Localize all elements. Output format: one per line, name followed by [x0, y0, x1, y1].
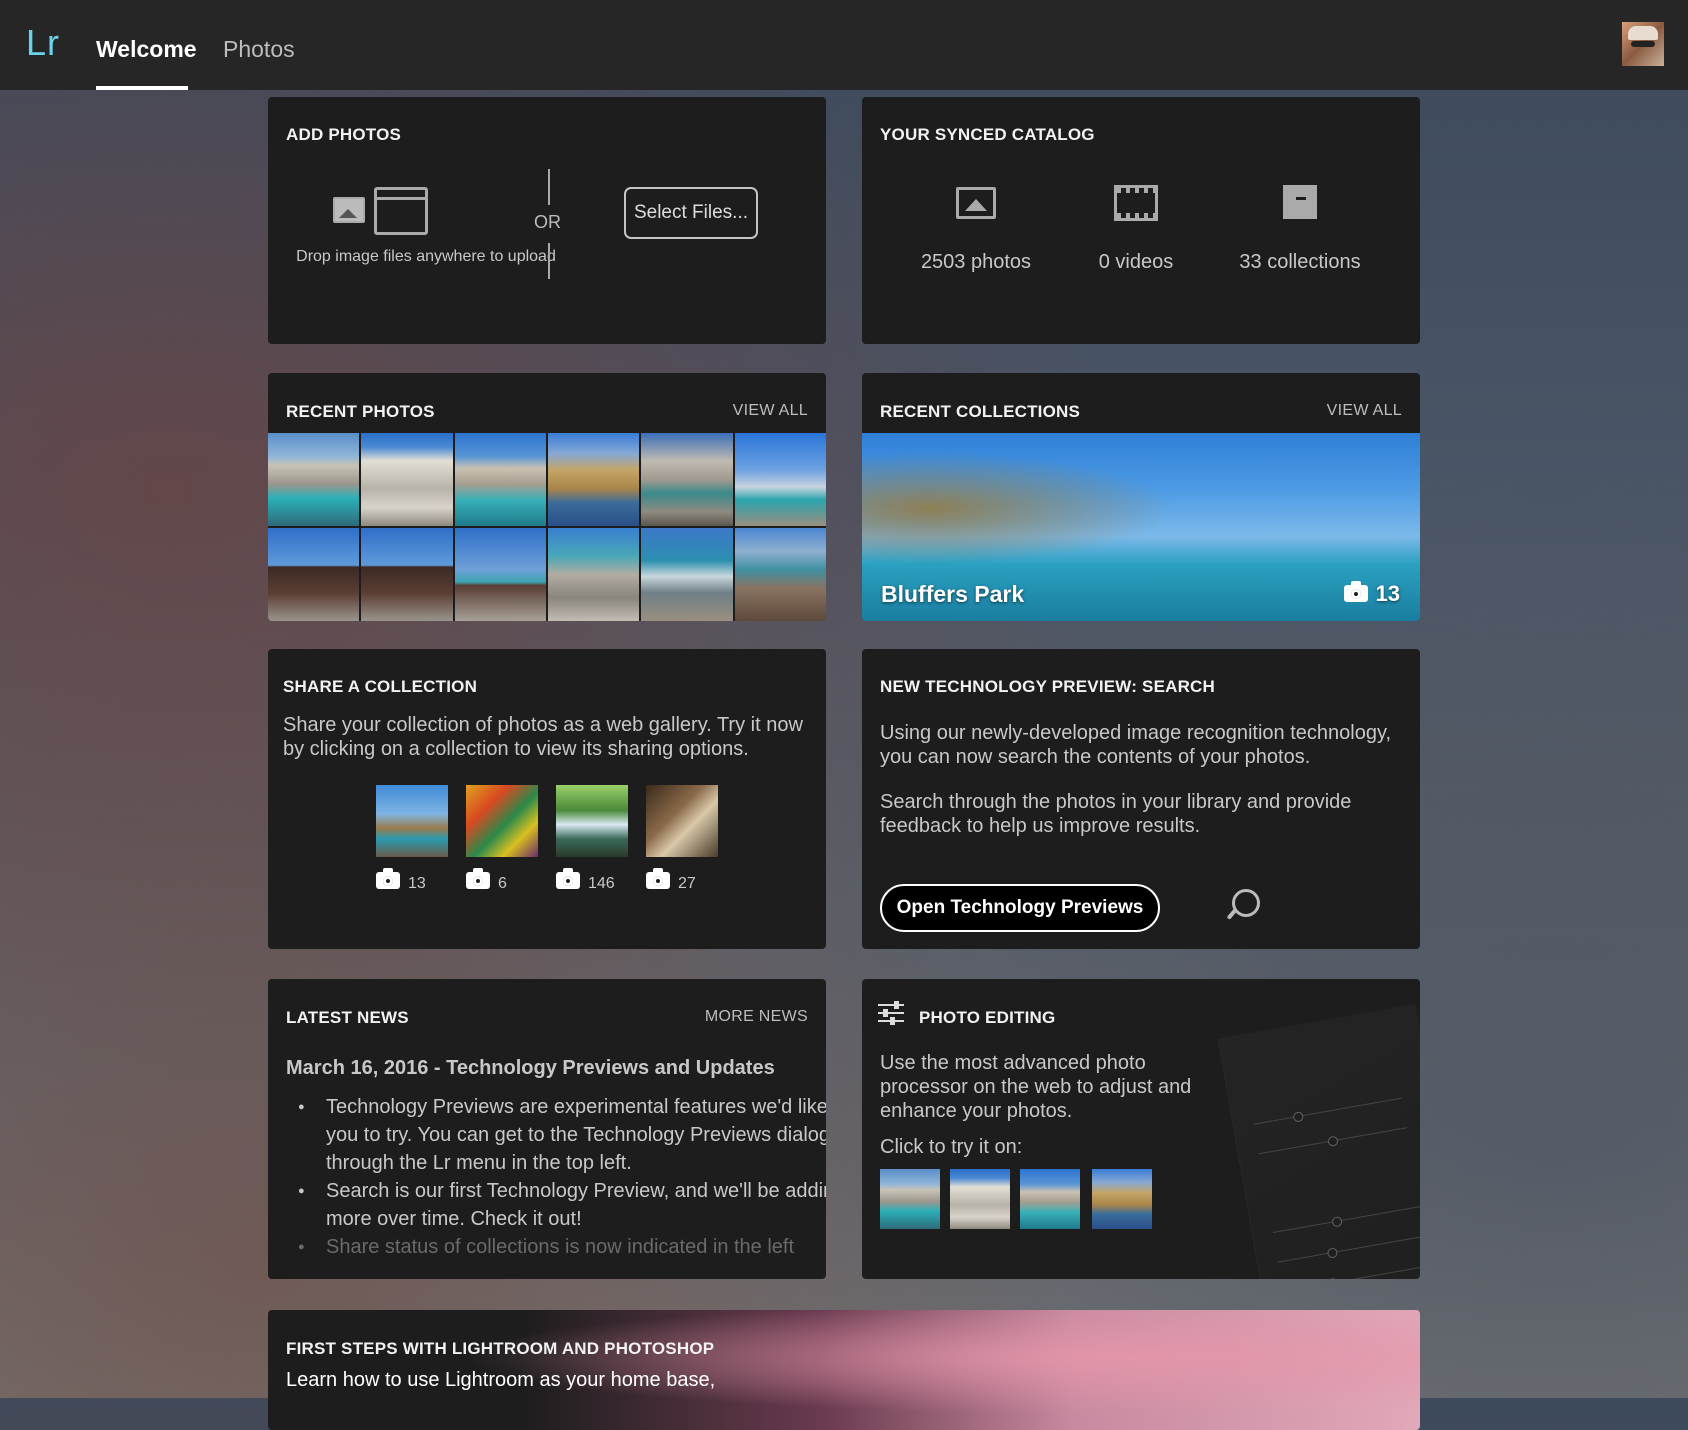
first-steps-description: Learn how to use Lightroom as your home …	[286, 1369, 716, 1391]
news-item: Technology Previews are experimental fea…	[298, 1093, 826, 1177]
tab-welcome[interactable]: Welcome	[96, 36, 197, 63]
collection-thumbnail	[376, 785, 448, 857]
camera-icon	[556, 868, 580, 889]
recent-photo-thumb[interactable]	[641, 433, 733, 526]
more-news-link[interactable]: MORE NEWS	[705, 1008, 808, 1026]
share-collection-card: SHARE A COLLECTION Share your collection…	[268, 649, 826, 949]
share-collection-item[interactable]: 146	[556, 785, 628, 892]
news-headline: March 16, 2016 - Technology Previews and…	[286, 1057, 775, 1079]
camera-icon	[466, 868, 490, 889]
news-list: Technology Previews are experimental fea…	[286, 1093, 826, 1261]
featured-collection[interactable]: Bluffers Park 13	[862, 433, 1420, 621]
recent-photo-thumb[interactable]	[548, 528, 640, 621]
recent-photo-thumb[interactable]	[268, 528, 360, 621]
tech-preview-title: NEW TECHNOLOGY PREVIEW: SEARCH	[880, 677, 1216, 696]
photo-editing-title: PHOTO EDITING	[919, 1008, 1056, 1027]
videos-count: 0 videos	[1098, 251, 1174, 273]
browser-window-icon	[374, 187, 428, 235]
try-editing-thumbs	[880, 1169, 1180, 1231]
recent-photos-view-all[interactable]: VIEW ALL	[733, 402, 808, 420]
active-tab-indicator	[96, 86, 188, 90]
camera-icon	[1343, 581, 1368, 602]
recent-photo-thumb[interactable]	[361, 528, 453, 621]
try-editing-photo[interactable]	[880, 1169, 940, 1229]
collection-thumbnail	[556, 785, 628, 857]
recent-photos-title: RECENT PHOTOS	[286, 402, 435, 421]
or-label: OR	[534, 212, 561, 232]
tech-preview-paragraph-2: Search through the photos in your librar…	[880, 791, 1352, 837]
tab-photos[interactable]: Photos	[223, 36, 295, 63]
recent-photo-thumb[interactable]	[734, 433, 826, 526]
drop-zone-text: Drop image files anywhere to upload	[296, 248, 556, 265]
share-collection-item[interactable]: 13	[376, 785, 448, 892]
tech-preview-card: NEW TECHNOLOGY PREVIEW: SEARCH Using our…	[862, 649, 1420, 949]
news-item: Share status of collections is now indic…	[298, 1233, 826, 1261]
divider	[548, 243, 550, 279]
latest-news-card: LATEST NEWS MORE NEWS March 16, 2016 - T…	[268, 979, 826, 1279]
sliders-icon	[878, 1001, 904, 1025]
recent-photo-thumb[interactable]	[268, 433, 360, 526]
photos-count: 2503 photos	[920, 251, 1032, 273]
tech-preview-paragraph-1: Using our newly-developed image recognit…	[880, 722, 1392, 768]
recent-photo-thumb[interactable]	[548, 433, 640, 526]
open-technology-previews-button[interactable]: Open Technology Previews	[880, 884, 1160, 932]
select-files-button[interactable]: Select Files...	[624, 187, 758, 239]
try-editing-photo[interactable]	[1092, 1169, 1152, 1229]
camera-icon	[376, 868, 400, 889]
news-item: Search is our first Technology Preview, …	[298, 1177, 826, 1233]
recent-photo-thumb[interactable]	[454, 433, 546, 526]
recent-collections-title: RECENT COLLECTIONS	[880, 402, 1081, 421]
add-photos-title: ADD PHOTOS	[286, 125, 402, 144]
share-collection-description: Share your collection of photos as a web…	[283, 714, 803, 760]
recent-photo-thumb[interactable]	[454, 528, 546, 621]
share-collection-item[interactable]: 6	[466, 785, 538, 892]
collection-thumbnail	[466, 785, 538, 857]
first-steps-card[interactable]: FIRST STEPS WITH LIGHTROOM AND PHOTOSHOP…	[268, 1310, 1420, 1430]
recent-collections-card: RECENT COLLECTIONS VIEW ALL Bluffers Par…	[862, 373, 1420, 621]
recent-photo-thumb[interactable]	[641, 528, 733, 621]
first-steps-title: FIRST STEPS WITH LIGHTROOM AND PHOTOSHOP	[286, 1339, 715, 1358]
collection-thumbnail	[646, 785, 718, 857]
recent-photos-card: RECENT PHOTOS VIEW ALL	[268, 373, 826, 621]
search-icon	[1232, 889, 1260, 917]
film-icon	[1114, 185, 1158, 221]
avatar[interactable]	[1622, 22, 1664, 66]
share-collection-thumbs: 13 6 146 27	[376, 785, 736, 895]
photo-icon	[956, 187, 996, 219]
recent-photo-thumb[interactable]	[734, 528, 826, 621]
recent-collections-view-all[interactable]: VIEW ALL	[1327, 402, 1402, 420]
synced-catalog-title: YOUR SYNCED CATALOG	[880, 125, 1095, 144]
try-editing-photo[interactable]	[1020, 1169, 1080, 1229]
image-icon	[333, 197, 365, 223]
collections-count: 33 collections	[1239, 251, 1361, 273]
editing-panel-preview	[1217, 1003, 1420, 1279]
lightroom-logo[interactable]: Lr	[26, 22, 60, 64]
share-collection-title: SHARE A COLLECTION	[283, 677, 478, 696]
photo-editing-description: Use the most advanced photo processor on…	[880, 1052, 1192, 1122]
add-photos-card: ADD PHOTOS Drop image files anywhere to …	[268, 97, 826, 344]
divider	[548, 169, 550, 205]
try-editing-photo[interactable]	[950, 1169, 1010, 1229]
photo-editing-card: PHOTO EDITING Use the most advanced phot…	[862, 979, 1420, 1279]
synced-catalog-card: YOUR SYNCED CATALOG 2503 photos 0 videos…	[862, 97, 1420, 344]
archive-icon	[1283, 185, 1317, 219]
collection-name: Bluffers Park	[881, 581, 1025, 607]
top-bar: Lr Welcome Photos	[0, 0, 1688, 90]
collection-photo-count: 13	[1343, 581, 1400, 607]
latest-news-title: LATEST NEWS	[286, 1008, 409, 1027]
recent-photo-thumb[interactable]	[361, 433, 453, 526]
photo-editing-prompt: Click to try it on:	[880, 1136, 1023, 1158]
share-collection-item[interactable]: 27	[646, 785, 718, 892]
recent-photos-grid	[268, 433, 826, 621]
camera-icon	[646, 868, 670, 889]
